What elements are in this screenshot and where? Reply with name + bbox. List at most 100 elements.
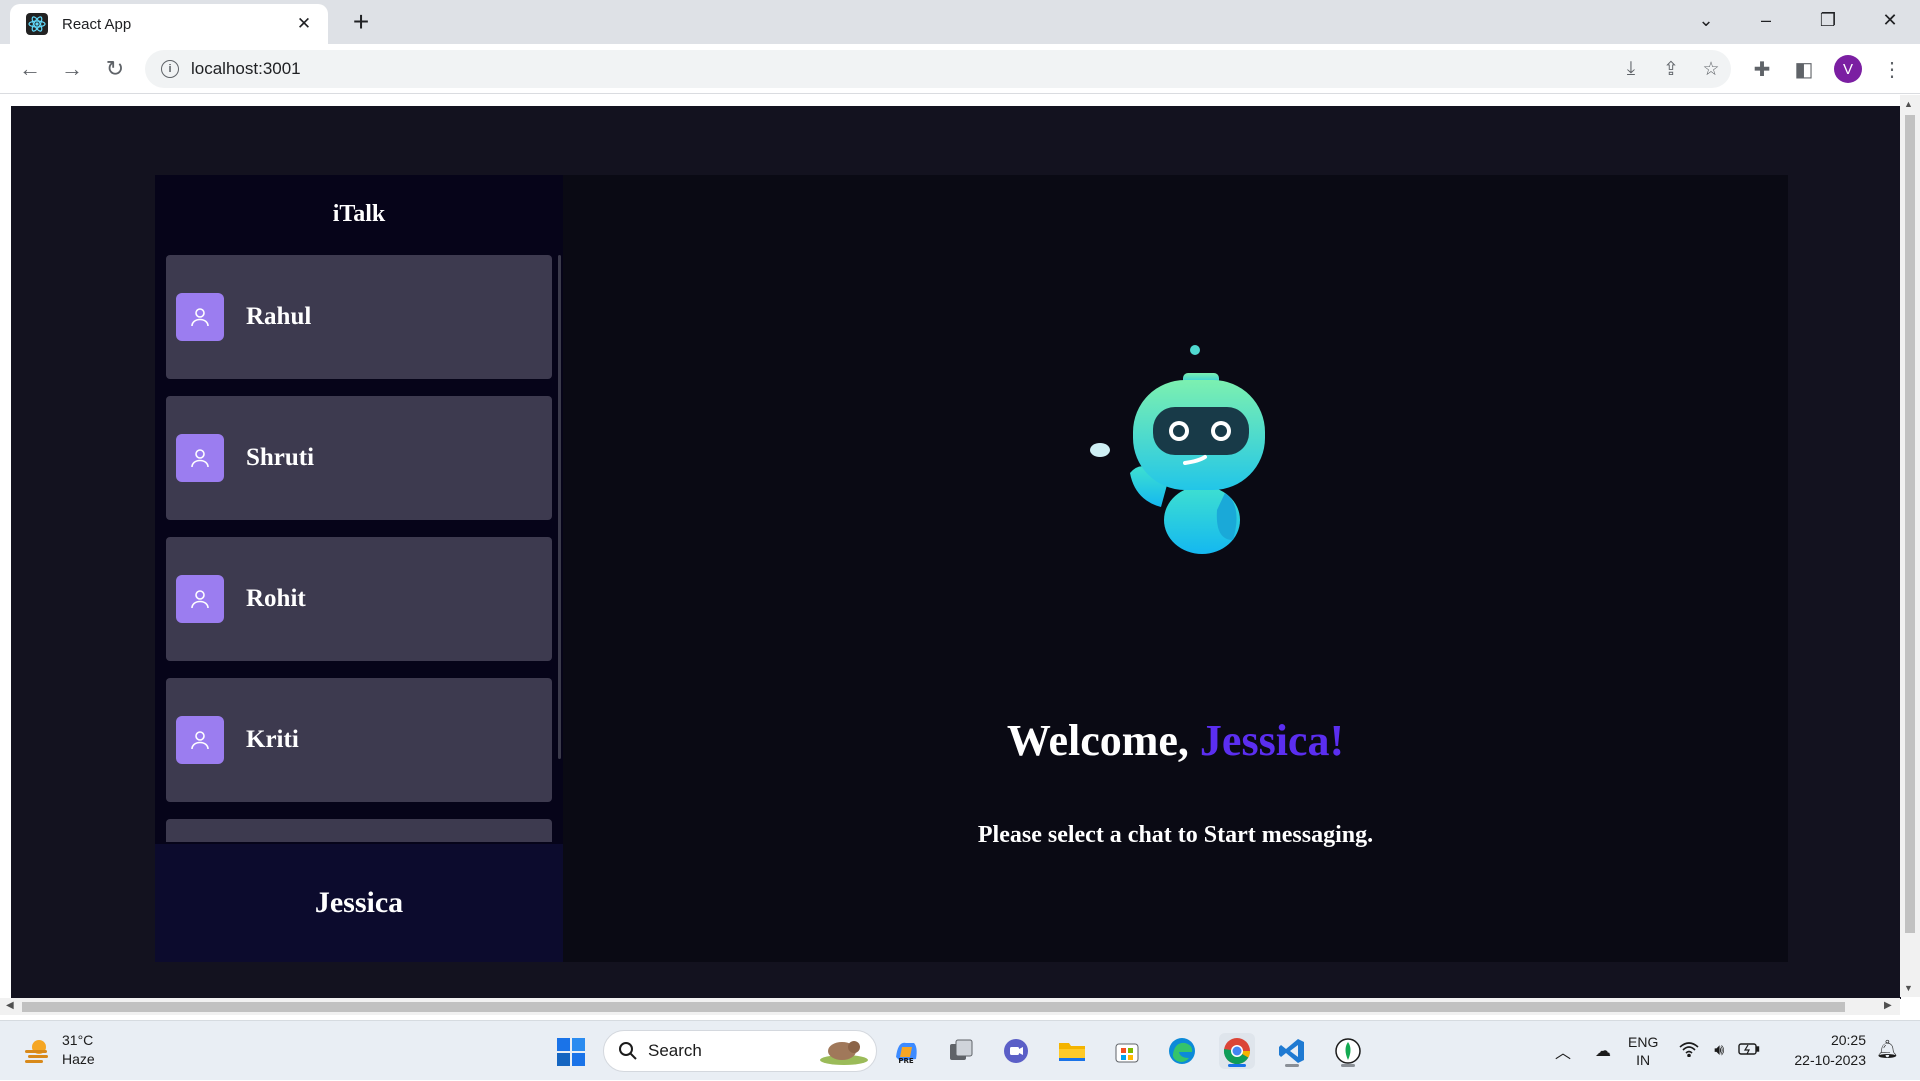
show-hidden-icons-chevron-icon[interactable]: ︿ — [1548, 1039, 1578, 1063]
contact-item-rohit[interactable]: Rohit — [166, 537, 552, 661]
chrome-menu-icon[interactable]: ⋮ — [1874, 51, 1910, 87]
scroll-right-icon[interactable]: ▶ — [1884, 1000, 1892, 1011]
taskbar-clock[interactable]: 20:25 22-10-2023 — [1782, 1030, 1866, 1070]
contact-list[interactable]: Rahul Shruti Rohit Kriti — [166, 255, 552, 842]
contact-avatar — [176, 716, 224, 764]
contact-name: Shruti — [246, 444, 315, 471]
language-region: IN — [1636, 1052, 1651, 1068]
vscode-app[interactable] — [1274, 1033, 1310, 1069]
robot-illustration — [1090, 345, 1265, 554]
copilot-icon: PRE — [896, 1042, 917, 1065]
active-app-indicator — [1228, 1064, 1246, 1067]
edge-icon — [1169, 1038, 1195, 1064]
welcome-user-name: Jessica! — [1199, 716, 1345, 765]
page-viewport: iTalk Rahul Shruti Rohit Kriti Jessica W… — [0, 95, 1920, 1020]
reload-button[interactable]: ↻ — [97, 51, 133, 87]
tab-close-icon[interactable]: ✕ — [292, 14, 316, 34]
address-bar[interactable]: i localhost:3001 ⤓ ⇪ ☆ — [145, 50, 1731, 88]
welcome-prefix: Welcome, — [1006, 716, 1189, 765]
wifi-signal-icon — [1679, 1041, 1699, 1057]
browser-tab-strip: React App ✕ + ⌄ – ❐ ✕ — [0, 0, 1920, 44]
chat-icon — [1004, 1039, 1028, 1063]
onedrive-cloud-icon[interactable]: ☁ — [1588, 1041, 1618, 1061]
minimize-button[interactable]: – — [1738, 0, 1794, 40]
running-app-indicator — [1341, 1064, 1355, 1067]
extensions-icon[interactable]: ✚ — [1744, 51, 1780, 87]
task-view-app[interactable] — [943, 1033, 979, 1069]
contact-name: Kriti — [246, 726, 299, 753]
running-app-indicator — [1285, 1064, 1299, 1067]
page-horizontal-scrollbar[interactable]: ◀ ▶ — [0, 998, 1900, 1015]
horizontal-scroll-thumb[interactable] — [22, 1002, 1845, 1012]
share-icon[interactable]: ⇪ — [1651, 50, 1691, 88]
user-icon — [191, 308, 209, 327]
scroll-down-icon[interactable]: ▼ — [1904, 983, 1913, 993]
search-label: Search — [648, 1041, 702, 1060]
clock-date: 22-10-2023 — [1794, 1052, 1866, 1068]
contact-list-scrollbar[interactable] — [558, 255, 561, 759]
battery-icon[interactable] — [1734, 1042, 1764, 1061]
chat-welcome-panel: Welcome, Jessica! Please select a chat t… — [563, 175, 1788, 962]
windows-start-icon[interactable] — [556, 1037, 586, 1067]
search-icon — [619, 1042, 637, 1060]
system-tray: ︿ ☁ ENG IN 🔊︎ — [1548, 1021, 1764, 1081]
bookmark-star-icon[interactable]: ☆ — [1691, 50, 1731, 88]
svg-text:PRE: PRE — [898, 1057, 914, 1065]
mongodb-compass-app[interactable] — [1330, 1033, 1366, 1069]
search-highlight-icon — [820, 1041, 868, 1065]
edge-app[interactable] — [1164, 1033, 1200, 1069]
contact-name: Rohit — [246, 585, 306, 612]
language-indicator[interactable]: ENG IN — [1628, 1033, 1658, 1069]
chrome-icon — [1223, 1038, 1251, 1065]
language-code: ENG — [1628, 1034, 1659, 1050]
store-icon — [1115, 1043, 1139, 1063]
install-app-icon[interactable]: ⤓ — [1611, 50, 1651, 88]
current-user-name: Jessica — [155, 844, 563, 962]
forward-button[interactable]: → — [54, 51, 90, 87]
volume-icon[interactable]: 🔊︎ — [1704, 1042, 1734, 1060]
scroll-up-icon[interactable]: ▲ — [1904, 99, 1913, 109]
chat-app-taskbar[interactable] — [998, 1033, 1034, 1069]
sidebar: iTalk Rahul Shruti Rohit Kriti Jessica — [155, 175, 563, 962]
user-icon — [191, 449, 209, 468]
contact-avatar — [176, 575, 224, 623]
welcome-subtitle: Please select a chat to Start messaging. — [977, 822, 1374, 848]
browser-tab[interactable]: React App ✕ — [10, 4, 328, 44]
scroll-left-icon[interactable]: ◀ — [6, 1000, 14, 1011]
chat-app: iTalk Rahul Shruti Rohit Kriti Jessica W… — [155, 175, 1788, 962]
contact-avatar — [176, 434, 224, 482]
copilot-app[interactable]: PRE — [888, 1033, 924, 1069]
tab-search-icon[interactable]: ⌄ — [1678, 0, 1734, 40]
new-tab-button[interactable]: + — [343, 6, 379, 38]
contact-item-partial[interactable] — [166, 819, 552, 842]
close-window-button[interactable]: ✕ — [1862, 0, 1918, 40]
taskbar-search[interactable]: Search — [603, 1030, 877, 1072]
weather-widget[interactable]: 31°C Haze — [22, 1031, 95, 1069]
back-button[interactable]: ← — [12, 51, 48, 87]
side-panel-icon[interactable]: ◧ — [1786, 51, 1822, 87]
wifi-icon[interactable] — [1674, 1041, 1704, 1062]
restore-button[interactable]: ❐ — [1800, 0, 1856, 40]
weather-haze-icon — [25, 1040, 48, 1063]
profile-avatar[interactable]: V — [1834, 55, 1862, 83]
vertical-scroll-thumb[interactable] — [1905, 115, 1915, 933]
contact-item-rahul[interactable]: Rahul — [166, 255, 552, 379]
browser-toolbar: ← → ↻ i localhost:3001 ⤓ ⇪ ☆ ✚ ◧ V ⋮ — [0, 44, 1920, 94]
battery-charging-icon — [1738, 1042, 1760, 1055]
weather-description: Haze — [62, 1051, 95, 1067]
contact-avatar — [176, 293, 224, 341]
welcome-heading: Welcome, Jessica! — [563, 715, 1788, 766]
store-app[interactable] — [1109, 1033, 1145, 1069]
user-icon — [191, 590, 209, 609]
task-view-icon — [950, 1039, 973, 1060]
notification-bell-icon[interactable]: 🔔︎ — [1876, 1039, 1899, 1060]
url-text: localhost:3001 — [191, 59, 301, 78]
user-icon — [191, 731, 209, 750]
chrome-app[interactable] — [1219, 1033, 1255, 1069]
contact-item-kriti[interactable]: Kriti — [166, 678, 552, 802]
contact-item-shruti[interactable]: Shruti — [166, 396, 552, 520]
mongodb-compass-icon — [1335, 1038, 1361, 1064]
site-info-icon[interactable]: i — [161, 60, 179, 78]
page-vertical-scrollbar[interactable]: ▲ ▼ — [1900, 95, 1920, 997]
file-explorer-app[interactable] — [1054, 1033, 1090, 1069]
